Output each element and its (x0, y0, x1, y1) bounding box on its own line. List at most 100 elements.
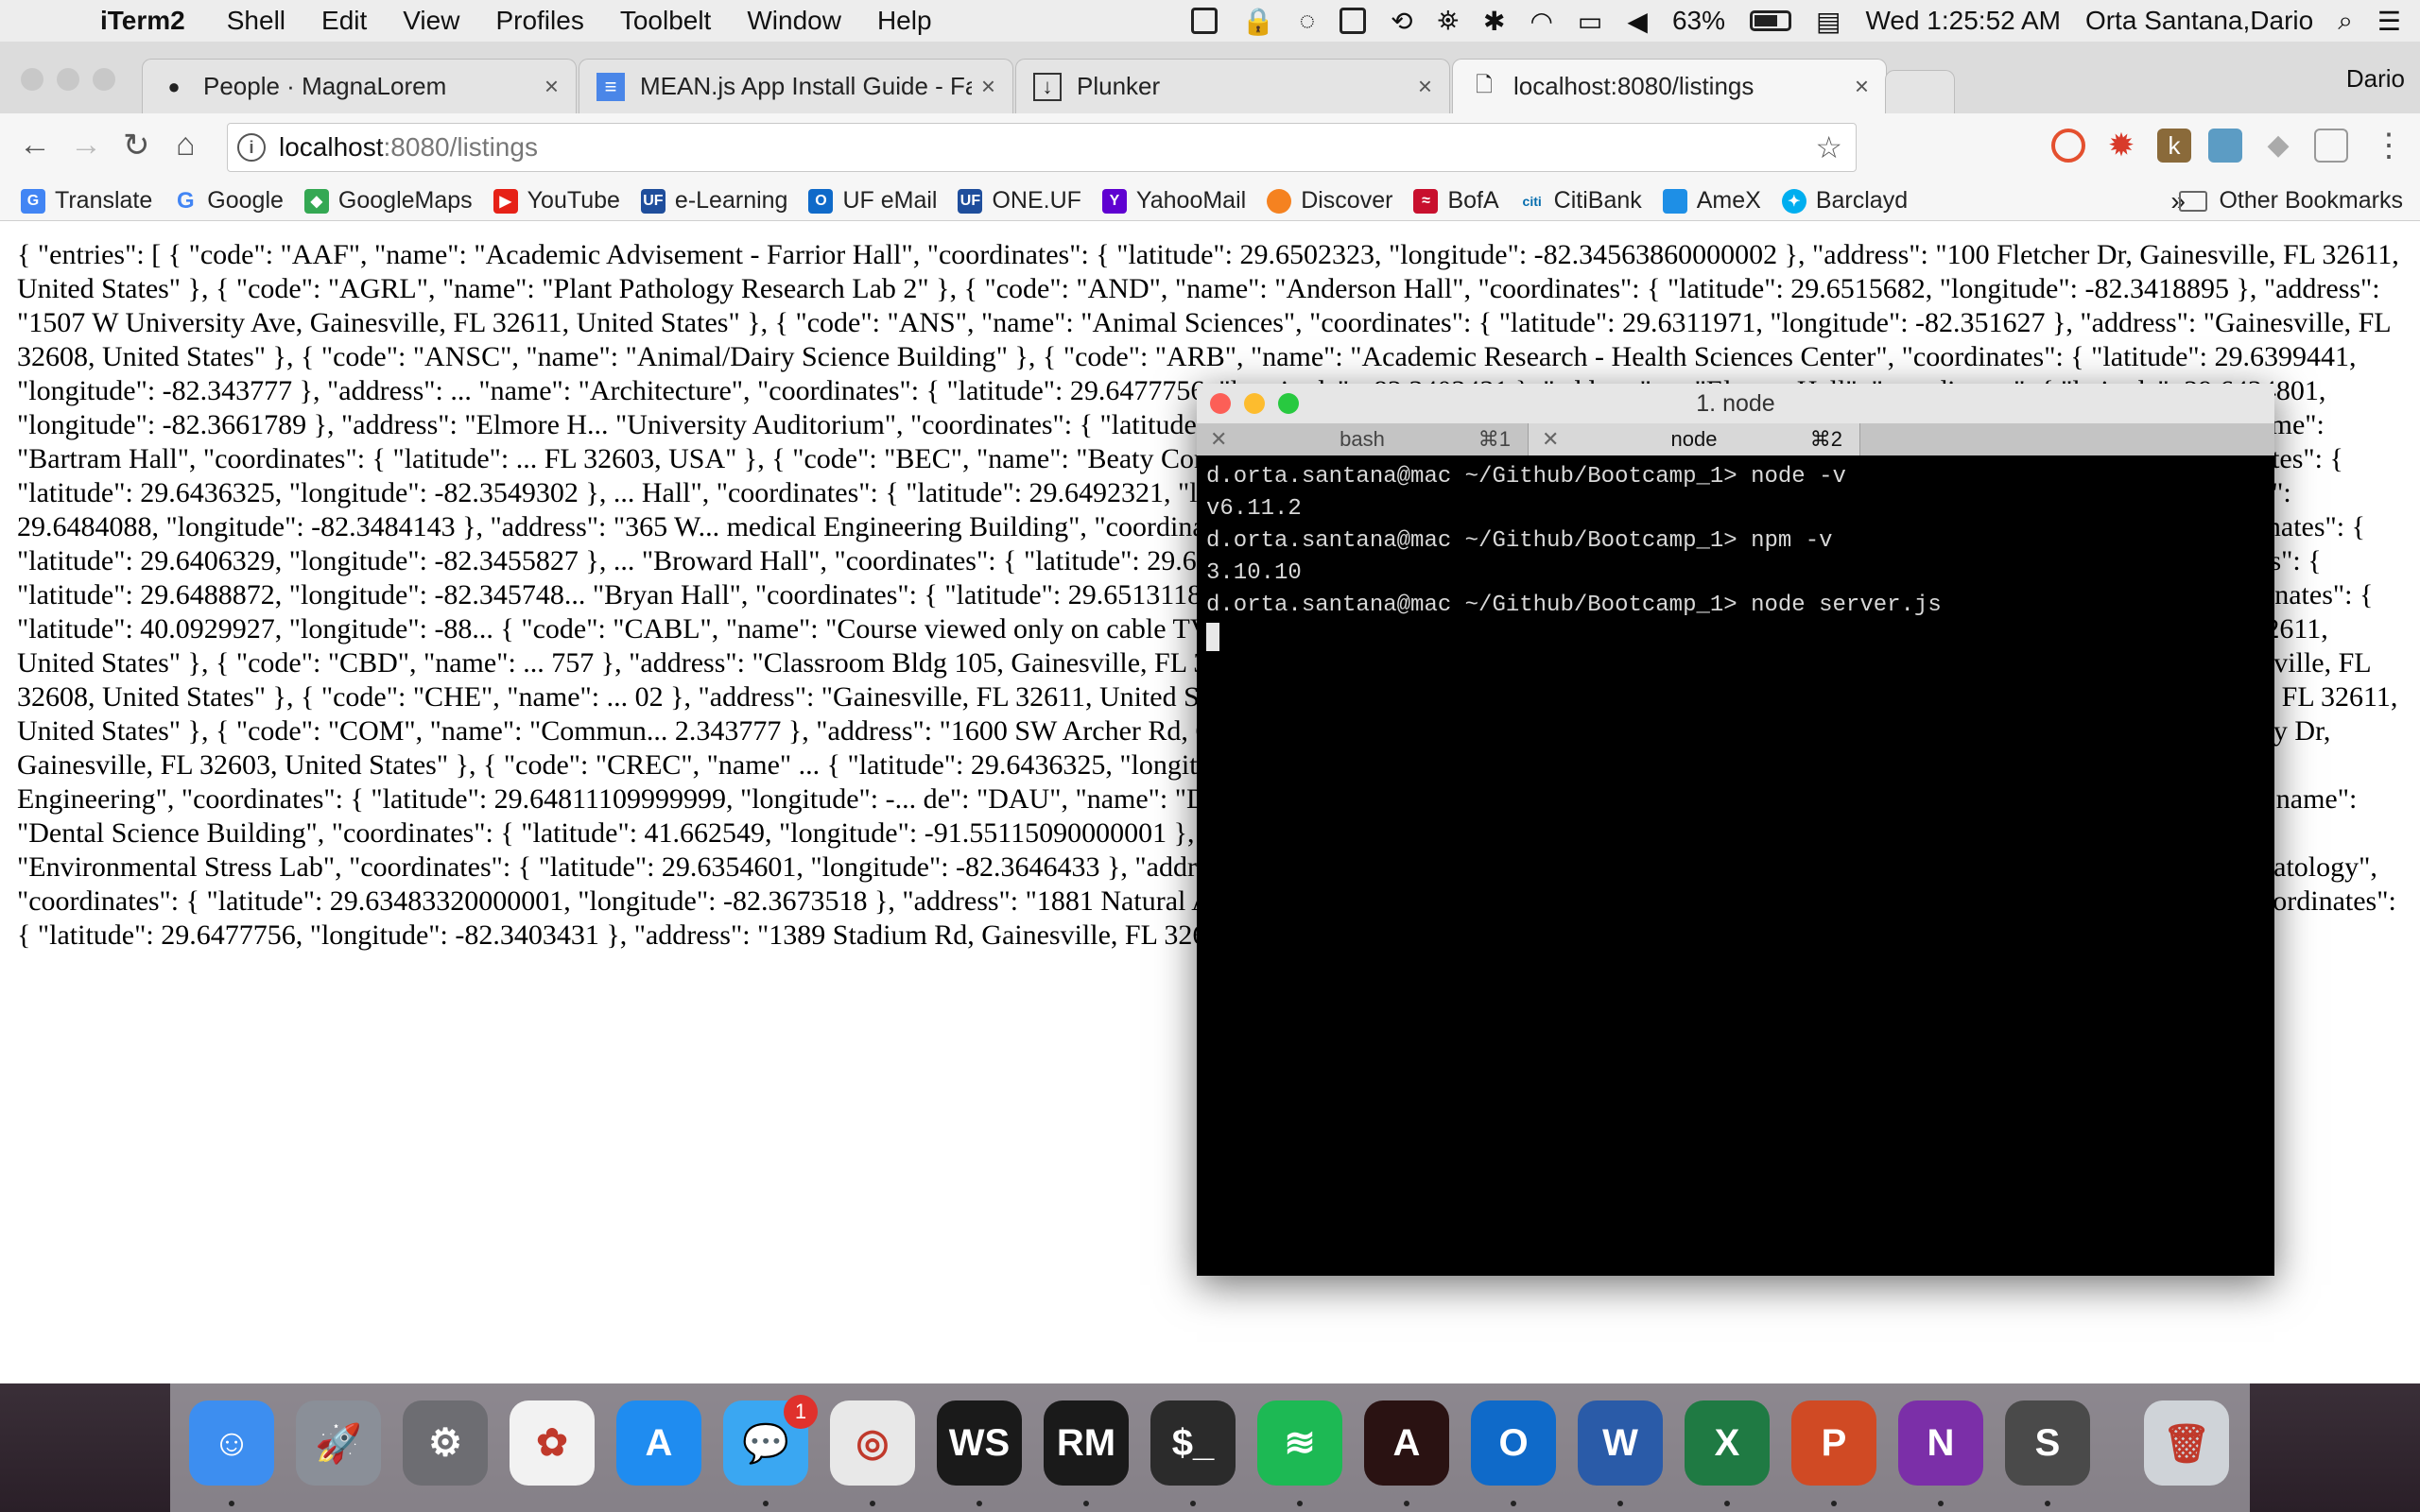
bookmark-discover[interactable]: Discover (1267, 187, 1392, 215)
dock-word-icon[interactable]: W (1578, 1400, 1663, 1486)
bookmark-citibank[interactable]: citi CitiBank (1520, 187, 1642, 215)
time-machine-icon[interactable]: ⟲ (1391, 6, 1412, 37)
terminal-titlebar[interactable]: 1. node (1197, 384, 2274, 423)
close-icon[interactable]: × (981, 72, 995, 101)
jb-extension-icon[interactable] (2314, 129, 2348, 163)
bookmark-barclayd[interactable]: ✦ Barclayd (1781, 187, 1908, 215)
opera-extension-icon[interactable] (2051, 129, 2085, 163)
menu-view[interactable]: View (403, 6, 459, 36)
tab-mean-guide[interactable]: ≡ MEAN.js App Install Guide - Fa × (579, 59, 1013, 113)
menu-app-name[interactable]: iTerm2 (100, 6, 185, 36)
battery-icon[interactable] (1749, 10, 1791, 31)
flag-icon[interactable]: ▤ (1816, 6, 1841, 37)
dock-chrome-icon[interactable]: ◎ (830, 1400, 915, 1486)
menu-profiles[interactable]: Profiles (495, 6, 583, 36)
k-extension-icon[interactable]: k (2157, 129, 2191, 163)
notification-center-icon[interactable]: ☰ (2377, 6, 2401, 37)
close-icon[interactable]: × (1418, 72, 1432, 101)
terminal-tab-node[interactable]: ✕ node ⌘2 (1529, 423, 1860, 455)
bookmark-amex[interactable]: AmeX (1662, 187, 1761, 215)
dock-app-store-icon[interactable]: A (616, 1400, 701, 1486)
dock-spotify-icon[interactable]: ≋ (1257, 1400, 1342, 1486)
menu-window[interactable]: Window (747, 6, 841, 36)
close-icon[interactable]: × (544, 72, 559, 101)
google-icon: G (176, 187, 195, 214)
bookmark-google[interactable]: G Google (173, 187, 284, 215)
tab-listings[interactable]: 🗋 localhost:8080/listings × (1452, 59, 1887, 113)
bookmark-translate[interactable]: G Translate (21, 187, 152, 215)
dock-webstorm-icon[interactable]: WS (937, 1400, 1022, 1486)
wifi-icon[interactable]: ◠ (1530, 6, 1552, 37)
bookmark-uf-email[interactable]: O UF eMail (808, 187, 937, 215)
dock-trash-icon[interactable]: 🗑 (2144, 1400, 2229, 1486)
dock-finder-icon[interactable]: ☺ (189, 1400, 274, 1486)
terminal-output[interactable]: d.orta.santana@mac ~/Github/Bootcamp_1> … (1197, 455, 2274, 660)
volume-icon[interactable]: ◀ (1627, 6, 1648, 37)
bookmark-youtube[interactable]: ▶ YouTube (493, 187, 620, 215)
dock-onenote-icon[interactable]: N (1898, 1400, 1983, 1486)
dock-photos-icon[interactable]: ✿ (510, 1400, 595, 1486)
user-name[interactable]: Orta Santana,Dario (2085, 6, 2313, 36)
close-window-icon[interactable] (1210, 393, 1231, 414)
tab-people[interactable]: ● People · MagnaLorem × (142, 59, 577, 113)
dock-sublime-text-icon[interactable]: S (2005, 1400, 2090, 1486)
bookmark-star-icon[interactable]: ☆ (1815, 129, 1842, 165)
back-icon[interactable]: ← (19, 127, 51, 163)
address-bar[interactable]: i localhost:8080/listings ☆ (227, 123, 1857, 172)
airplay-icon[interactable]: ▭ (1578, 6, 1602, 37)
forward-icon[interactable]: → (70, 127, 102, 163)
chrome-menu-icon[interactable]: ⋮ (2373, 127, 2405, 164)
bluetooth-icon[interactable]: ✱ (1483, 6, 1505, 37)
close-icon[interactable]: ✕ (1542, 423, 1559, 455)
dock-launchpad-icon[interactable]: 🚀 (296, 1400, 381, 1486)
outlook-icon: O (808, 188, 834, 214)
clock[interactable]: Wed 1:25:52 AM (1865, 6, 2061, 36)
battery-percent[interactable]: 63% (1672, 6, 1725, 36)
info-icon[interactable]: i (237, 133, 266, 162)
sync-icon[interactable]: ◌ (1300, 6, 1316, 36)
terminal-tab-bash[interactable]: ✕ bash ⌘1 (1197, 423, 1529, 455)
menu-toolbelt[interactable]: Toolbelt (620, 6, 712, 36)
profile-name[interactable]: Dario (2346, 64, 2405, 94)
window-controls[interactable] (1210, 393, 1299, 414)
binoculars-icon[interactable]: ⛯ (1438, 6, 1459, 37)
menu-edit[interactable]: Edit (321, 6, 367, 36)
new-tab-button[interactable] (1885, 70, 1955, 113)
window-controls[interactable] (21, 68, 115, 91)
close-icon[interactable]: × (1855, 72, 1869, 101)
minimize-window-icon[interactable] (1244, 393, 1265, 414)
dropbox-extension-icon[interactable]: ◆ (2261, 129, 2295, 163)
dock-outlook-icon[interactable]: O (1471, 1400, 1556, 1486)
bookmark-yahoomail[interactable]: Y YahooMail (1101, 187, 1246, 215)
discover-icon (1267, 188, 1292, 214)
dock-rubymine-icon[interactable]: RM (1044, 1400, 1129, 1486)
tab-plunker[interactable]: ↓ Plunker × (1015, 59, 1450, 113)
zoom-window-icon[interactable] (1278, 393, 1299, 414)
display-icon[interactable] (1340, 8, 1367, 34)
dock-excel-icon[interactable]: X (1685, 1400, 1770, 1486)
home-icon[interactable]: ⌂ (176, 127, 196, 163)
bookmark-elearning[interactable]: UF e-Learning (640, 187, 787, 215)
virus-extension-icon[interactable]: ✹ (2104, 129, 2138, 163)
bookmark-googlemaps[interactable]: ◆ GoogleMaps (303, 187, 473, 215)
dock-powerpoint-icon[interactable]: P (1791, 1400, 1876, 1486)
dock-system-preferences-icon[interactable]: ⚙ (403, 1400, 488, 1486)
bookmark-label: UF eMail (842, 187, 938, 214)
reload-icon[interactable]: ↻ (123, 127, 150, 164)
bookmark-one-uf[interactable]: UF ONE.UF (958, 187, 1081, 215)
terminal-tab-shortcut: ⌘2 (1809, 427, 1842, 451)
citi-icon: citi (1522, 193, 1542, 209)
menu-shell[interactable]: Shell (227, 6, 285, 36)
image-extension-icon[interactable] (2208, 129, 2242, 163)
status-app-icon[interactable] (1190, 8, 1218, 34)
dock-terminal-icon[interactable]: $_ (1150, 1400, 1236, 1486)
lock-icon[interactable]: 🔒 (1242, 6, 1275, 37)
menu-help[interactable]: Help (877, 6, 932, 36)
url-host: localhost (279, 132, 384, 162)
iterm-window[interactable]: 1. node ✕ bash ⌘1 ✕ node ⌘2 d.orta.santa… (1197, 384, 2274, 1276)
spotlight-icon[interactable]: ⌕ (2338, 6, 2353, 37)
bookmark-bofa[interactable]: ≈ BofA (1413, 187, 1499, 215)
dock-acrobat-icon[interactable]: A (1364, 1400, 1449, 1486)
close-icon[interactable]: ✕ (1210, 423, 1227, 455)
other-bookmarks[interactable]: Other Bookmarks (2179, 187, 2403, 215)
